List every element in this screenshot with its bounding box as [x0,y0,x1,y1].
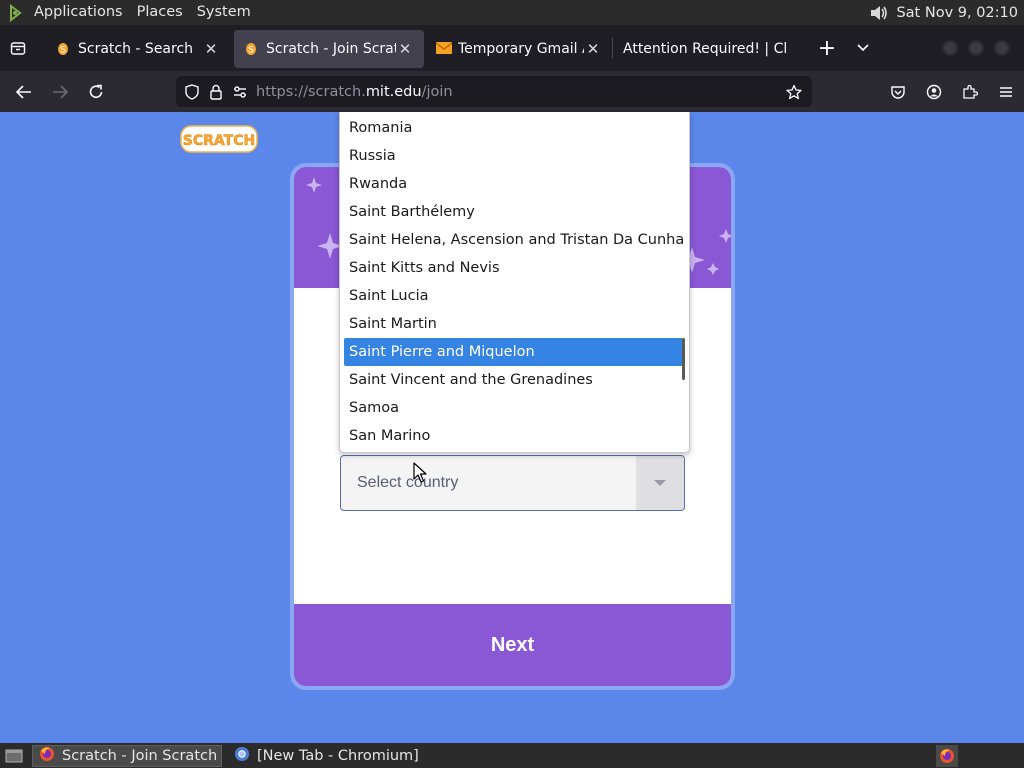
minimize-button[interactable] [942,40,958,56]
tray-firefox-icon[interactable] [936,744,958,767]
mouse-pointer-icon [413,462,427,483]
tab-scratch-join[interactable]: S Scratch - Join Scratch ✕ [234,30,424,68]
back-arrow-icon[interactable] [6,76,42,108]
bottom-taskbar: Scratch - Join Scratch ... [New Tab - Ch… [0,743,1024,768]
panel-menu: Applications Places System [0,0,258,25]
top-panel: Applications Places System Sat Nov 9, 02… [0,0,1024,25]
close-icon[interactable]: ✕ [584,40,602,58]
maximize-button[interactable] [968,40,984,56]
panel-right: Sat Nov 9, 02:10 [868,0,1024,25]
tab-title: Scratch - Search [78,41,194,57]
caret-down-icon[interactable] [636,456,684,510]
svg-text:S: S [248,46,254,56]
pocket-icon[interactable] [880,76,916,108]
chevron-down-icon[interactable] [845,30,881,66]
chromium-icon [234,746,250,766]
country-select[interactable]: Select country [340,455,685,511]
taskbar-item-label: Scratch - Join Scratch ... [62,747,222,764]
url-text[interactable]: https://scratch.mit.edu/join [256,84,453,100]
menu-places[interactable]: Places [130,0,190,25]
new-tab-icon[interactable]: + [809,30,845,66]
scratch-cat-icon: S [56,42,70,56]
tab-strip: S Scratch - Search ✕ S Scratch - Join Sc… [0,25,1024,71]
next-button[interactable]: Next [294,604,731,686]
option-russia[interactable]: Russia [340,142,683,170]
nav-right-icons [880,71,1024,112]
url-host: mit.edu [365,83,422,100]
menu-applications[interactable]: Applications [27,0,130,25]
option-saint-lucia[interactable]: Saint Lucia [340,282,683,310]
taskbar-item-firefox[interactable]: Scratch - Join Scratch ... [32,744,222,767]
window-controls [942,40,1024,56]
option-saint-pierre-highlighted[interactable]: Saint Pierre and Miquelon [344,338,683,366]
dropdown-scrollbar[interactable] [682,338,685,380]
page-content: SCRATCH Select country Next Romania Russ [0,112,1024,743]
scratch-cat-icon: S [244,42,258,56]
option-saint-kitts[interactable]: Saint Kitts and Nevis [340,254,683,282]
bookmark-star-icon[interactable] [782,76,806,107]
tab-title: Attention Required! | Cl [623,41,788,57]
permissions-icon[interactable] [228,76,252,107]
shield-icon[interactable] [180,76,204,107]
svg-text:S: S [60,46,66,56]
forward-arrow-icon[interactable] [42,76,78,108]
option-saint-martin[interactable]: Saint Martin [340,310,683,338]
taskbar-item-chromium[interactable]: [New Tab - Chromium] [228,745,425,767]
nav-toolbar: https://scratch.mit.edu/join [0,71,1024,112]
tab-attention-required[interactable]: Attention Required! | Cl [613,30,809,68]
show-desktop-icon[interactable] [2,745,26,767]
lock-icon[interactable] [204,76,228,107]
firefox-icon [39,746,55,766]
url-bar[interactable]: https://scratch.mit.edu/join [176,76,812,107]
country-dropdown-list[interactable]: Romania Russia Rwanda Saint Barthélemy S… [339,112,690,453]
tab-list-icon[interactable] [0,25,36,71]
tab-temporary-gmail[interactable]: Temporary Gmail Ac ✕ [426,30,612,68]
url-prefix: https://scratch. [256,83,366,100]
mail-icon [435,42,453,56]
taskbar-item-label: [New Tab - Chromium] [257,747,419,764]
extensions-icon[interactable] [952,76,988,108]
menu-system[interactable]: System [190,0,258,25]
close-window-button[interactable] [994,40,1010,56]
gnome-foot-icon[interactable] [6,3,26,22]
close-icon[interactable]: ✕ [202,40,220,58]
option-rwanda[interactable]: Rwanda [340,170,683,198]
close-icon[interactable]: ✕ [396,40,414,58]
tab-scratch-search[interactable]: S Scratch - Search ✕ [46,30,230,68]
volume-icon[interactable] [868,3,890,23]
tab-title: Scratch - Join Scratch [266,41,396,57]
country-select-value: Select country [357,474,459,491]
account-icon[interactable] [916,76,952,108]
tab-title: Temporary Gmail Ac [458,41,584,57]
logo-text: SCRATCH [183,133,255,149]
option-romania[interactable]: Romania [340,114,683,142]
panel-clock[interactable]: Sat Nov 9, 02:10 [890,5,1024,21]
option-list: Romania Russia Rwanda Saint Barthélemy S… [340,112,689,450]
option-samoa[interactable]: Samoa [340,394,683,422]
option-saint-helena[interactable]: Saint Helena, Ascension and Tristan Da C… [340,226,684,254]
option-saint-vincent[interactable]: Saint Vincent and the Grenadines [340,366,683,394]
url-path: /join [421,83,453,100]
reload-icon[interactable] [78,76,114,108]
option-san-marino[interactable]: San Marino [340,422,683,450]
next-button-label: Next [490,633,535,656]
hamburger-menu-icon[interactable] [988,76,1024,108]
scratch-logo[interactable]: SCRATCH [180,124,258,154]
option-saint-barthelemy[interactable]: Saint Barthélemy [340,198,683,226]
